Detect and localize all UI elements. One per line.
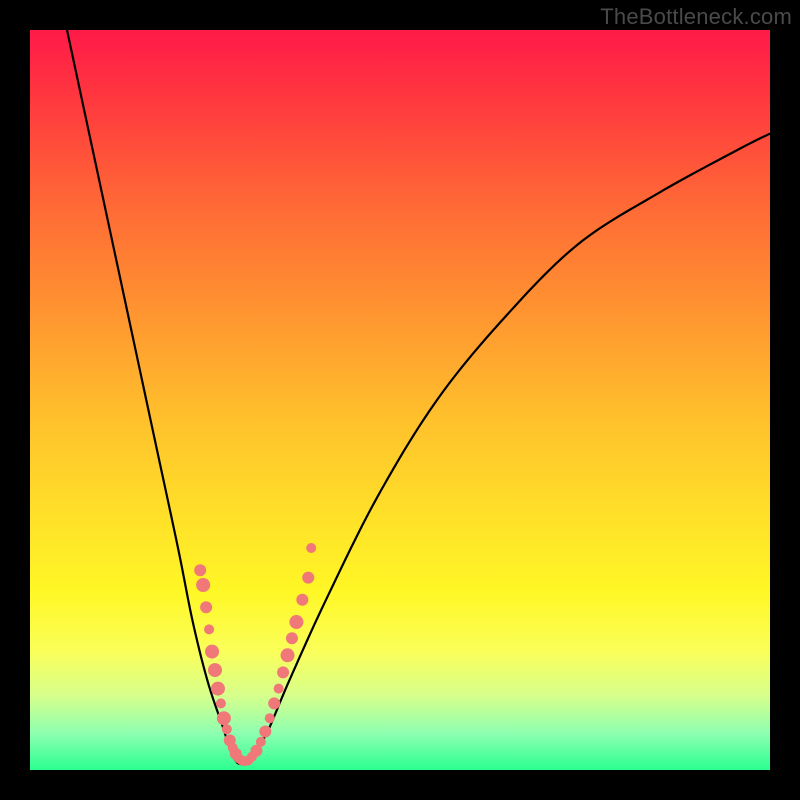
chart-svg (30, 30, 770, 770)
highlight-dot (205, 645, 219, 659)
highlight-dot (211, 682, 225, 696)
highlight-dot (277, 666, 289, 678)
highlight-dot (196, 578, 210, 592)
highlight-dot (306, 543, 316, 553)
highlight-dot (265, 713, 275, 723)
highlight-dot (194, 564, 206, 576)
highlight-dot (268, 697, 280, 709)
highlight-dot (200, 601, 212, 613)
highlight-dot (286, 632, 298, 644)
highlight-dot (208, 663, 222, 677)
chart-plot-area (30, 30, 770, 770)
watermark-text: TheBottleneck.com (600, 4, 792, 30)
chart-frame: TheBottleneck.com (0, 0, 800, 800)
highlight-dot (289, 615, 303, 629)
highlight-dot (259, 726, 271, 738)
highlight-dot (296, 594, 308, 606)
highlight-dot (281, 648, 295, 662)
highlight-dots (194, 543, 316, 766)
highlight-dot (216, 698, 226, 708)
highlight-dot (274, 684, 284, 694)
bottleneck-curve (67, 30, 770, 764)
highlight-dot (222, 724, 232, 734)
highlight-dot (217, 711, 231, 725)
highlight-dot (204, 624, 214, 634)
highlight-dot (302, 572, 314, 584)
highlight-dot (256, 737, 266, 747)
